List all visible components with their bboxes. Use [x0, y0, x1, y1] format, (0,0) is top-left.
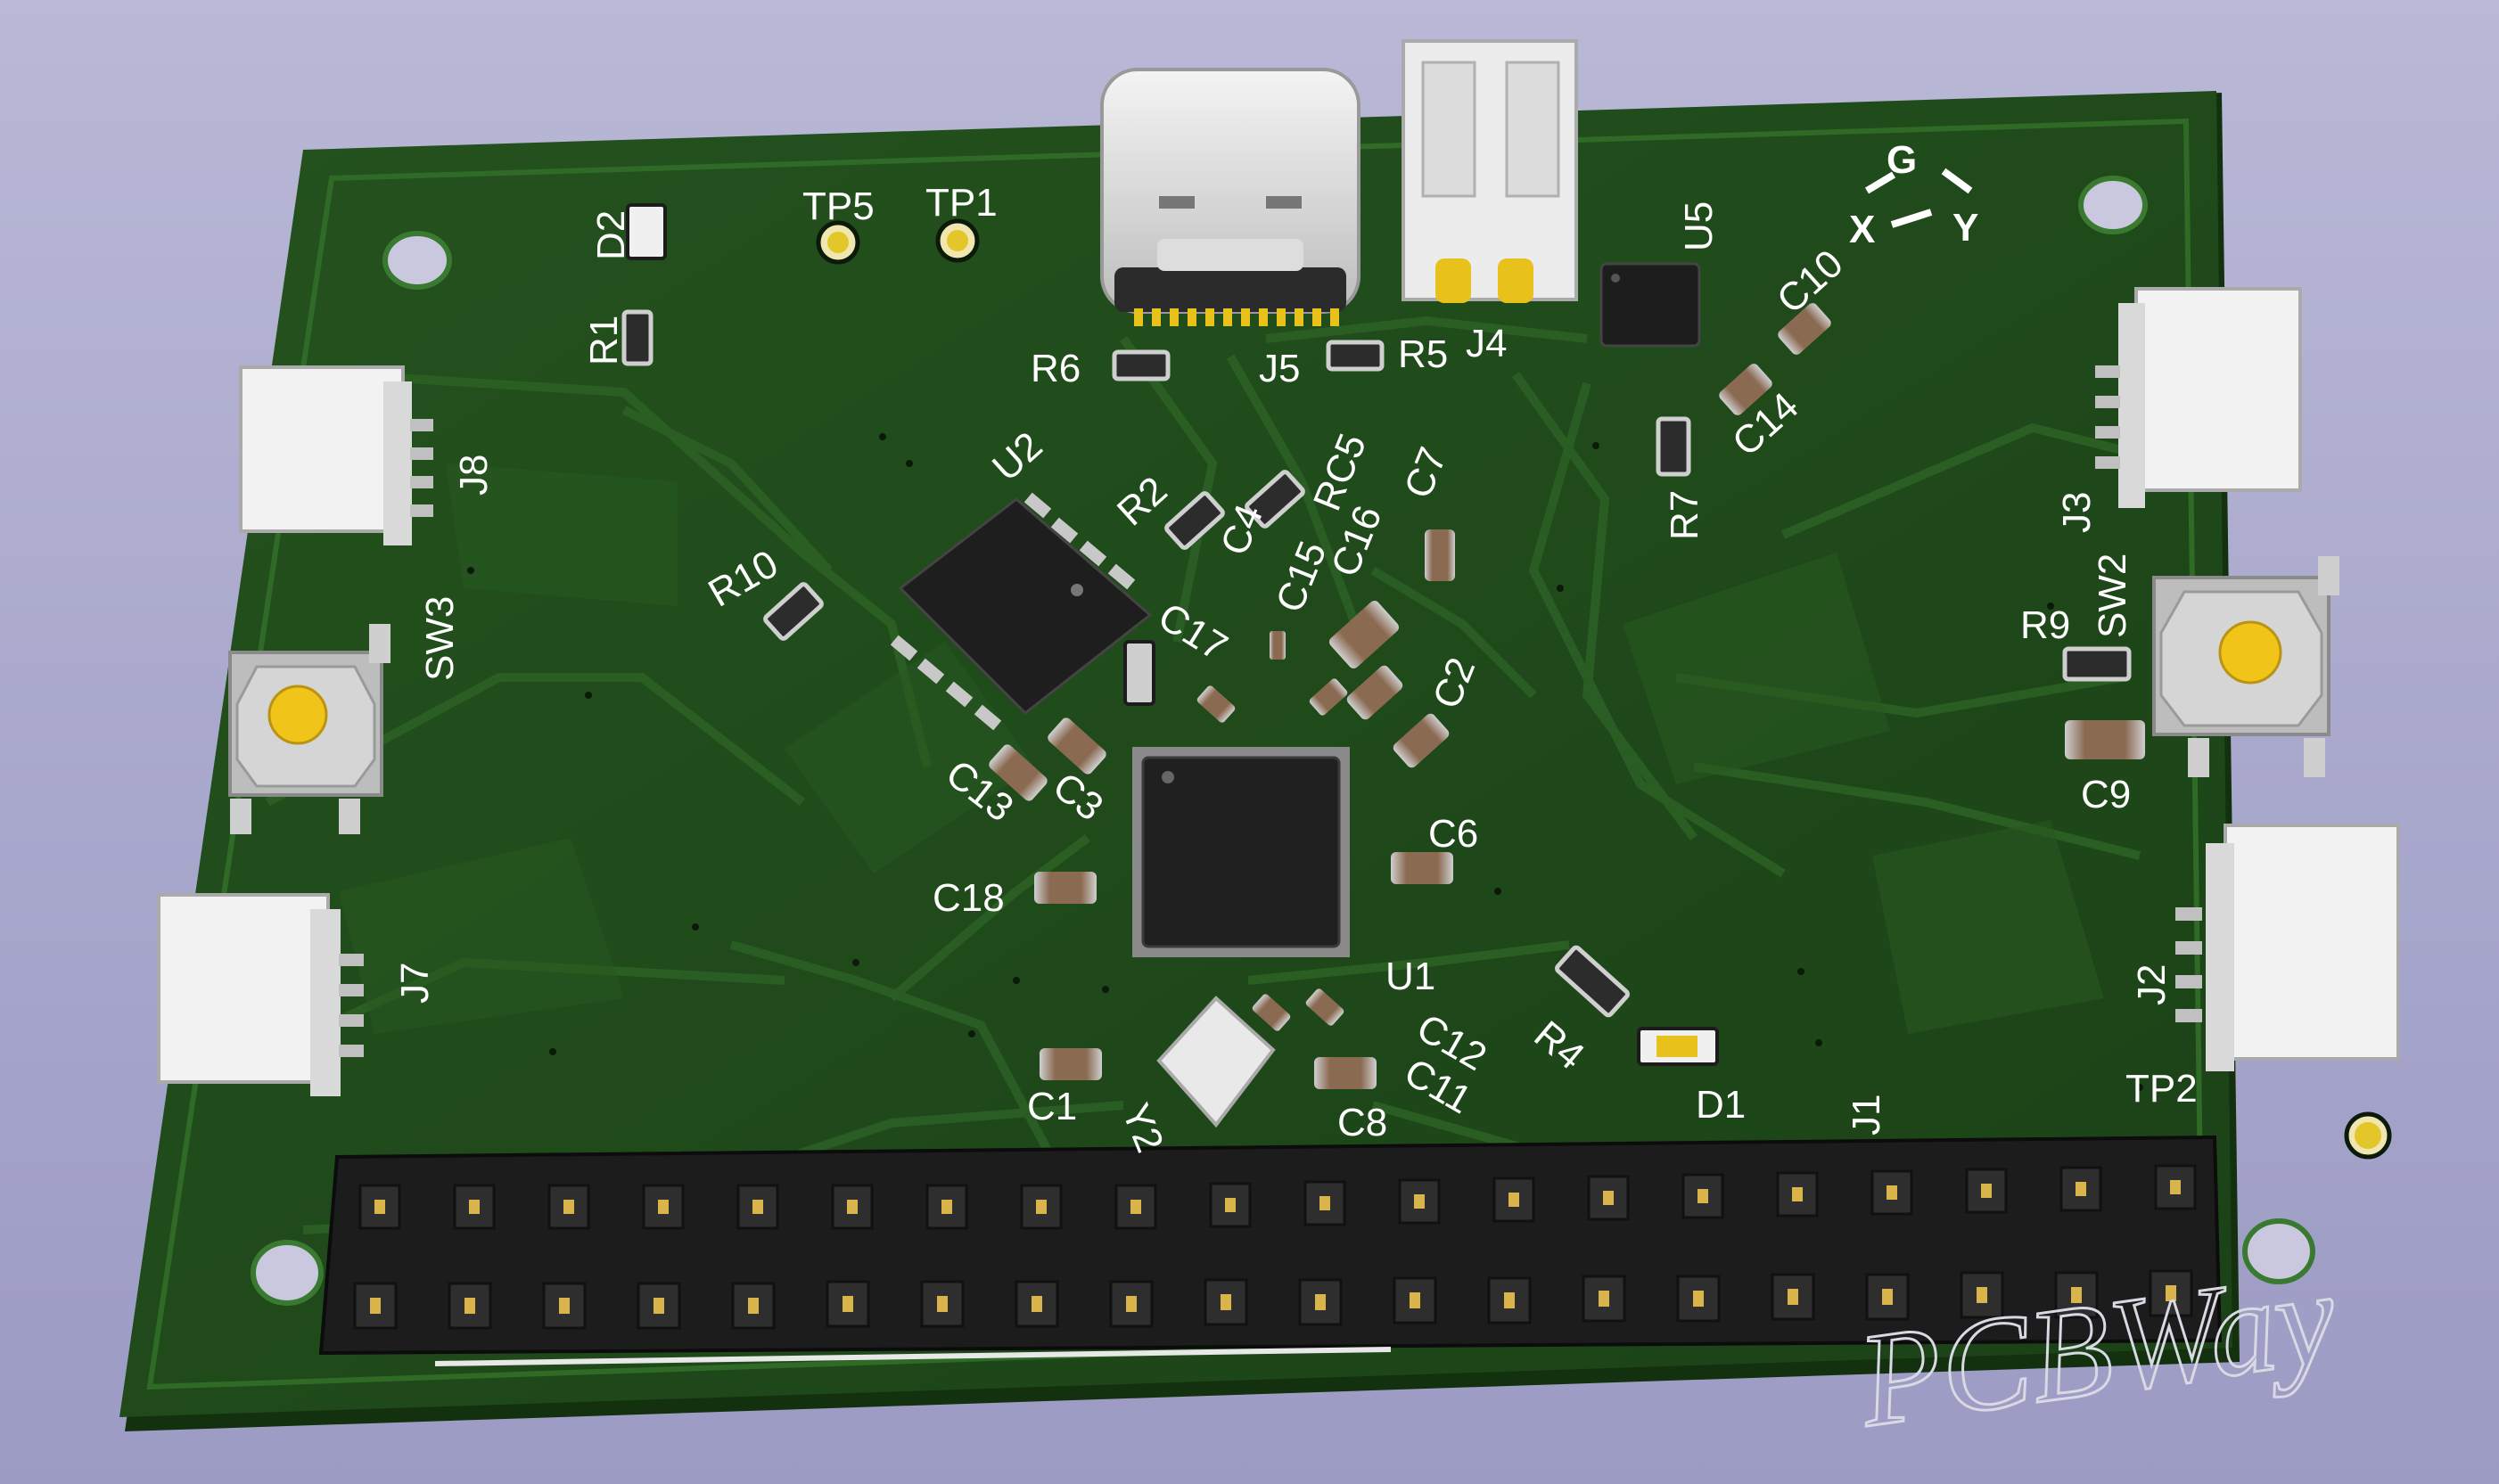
label-r9: R9 — [2020, 603, 2070, 647]
label-sw3: SW3 — [418, 596, 462, 681]
orientation-y-label: Y — [1952, 206, 1978, 250]
label-r1: R1 — [582, 316, 626, 365]
pcb-3d-render: G X Y D2 TP5 TP1 R1 R6 J5 R5 J4 U5 C10 C… — [119, 39, 2400, 1456]
label-r7: R7 — [1663, 490, 1706, 540]
label-j2: J2 — [2130, 964, 2174, 1005]
label-j8: J8 — [452, 455, 496, 496]
label-c18: C18 — [933, 876, 1005, 920]
label-j4: J4 — [1466, 322, 1507, 365]
label-tp5: TP5 — [802, 184, 875, 228]
label-d2: D2 — [589, 210, 633, 260]
label-c9: C9 — [2081, 773, 2131, 816]
jst-connector-j7 — [157, 893, 364, 1096]
label-tp1: TP1 — [925, 181, 998, 225]
label-u5: U5 — [1677, 201, 1721, 251]
u1-microcontroller — [1132, 747, 1350, 957]
label-j1: J1 — [1845, 1095, 1888, 1136]
label-r5: R5 — [1398, 332, 1448, 376]
jst-connector-j2 — [2175, 824, 2400, 1071]
u5-sensor — [1599, 262, 1701, 348]
label-sw2: SW2 — [2091, 553, 2134, 638]
label-c1: C1 — [1027, 1085, 1077, 1128]
label-r6: R6 — [1031, 347, 1081, 390]
label-c8: C8 — [1337, 1101, 1387, 1144]
label-tp2: TP2 — [2125, 1067, 2198, 1111]
orientation-g-label: G — [1887, 138, 1917, 182]
jst-connector-j8 — [239, 365, 433, 545]
orientation-x-label: X — [1849, 208, 1875, 251]
label-u1: U1 — [1385, 955, 1435, 998]
label-j7: J7 — [393, 963, 437, 1004]
label-d1: D1 — [1696, 1083, 1746, 1127]
jst-connector-j3 — [2095, 287, 2302, 508]
usb-c-connector — [1100, 68, 1360, 326]
label-j5: J5 — [1259, 347, 1300, 390]
jst-connector-j4 — [1402, 39, 1578, 303]
label-j3: J3 — [2055, 492, 2099, 533]
label-c6: C6 — [1428, 812, 1478, 856]
